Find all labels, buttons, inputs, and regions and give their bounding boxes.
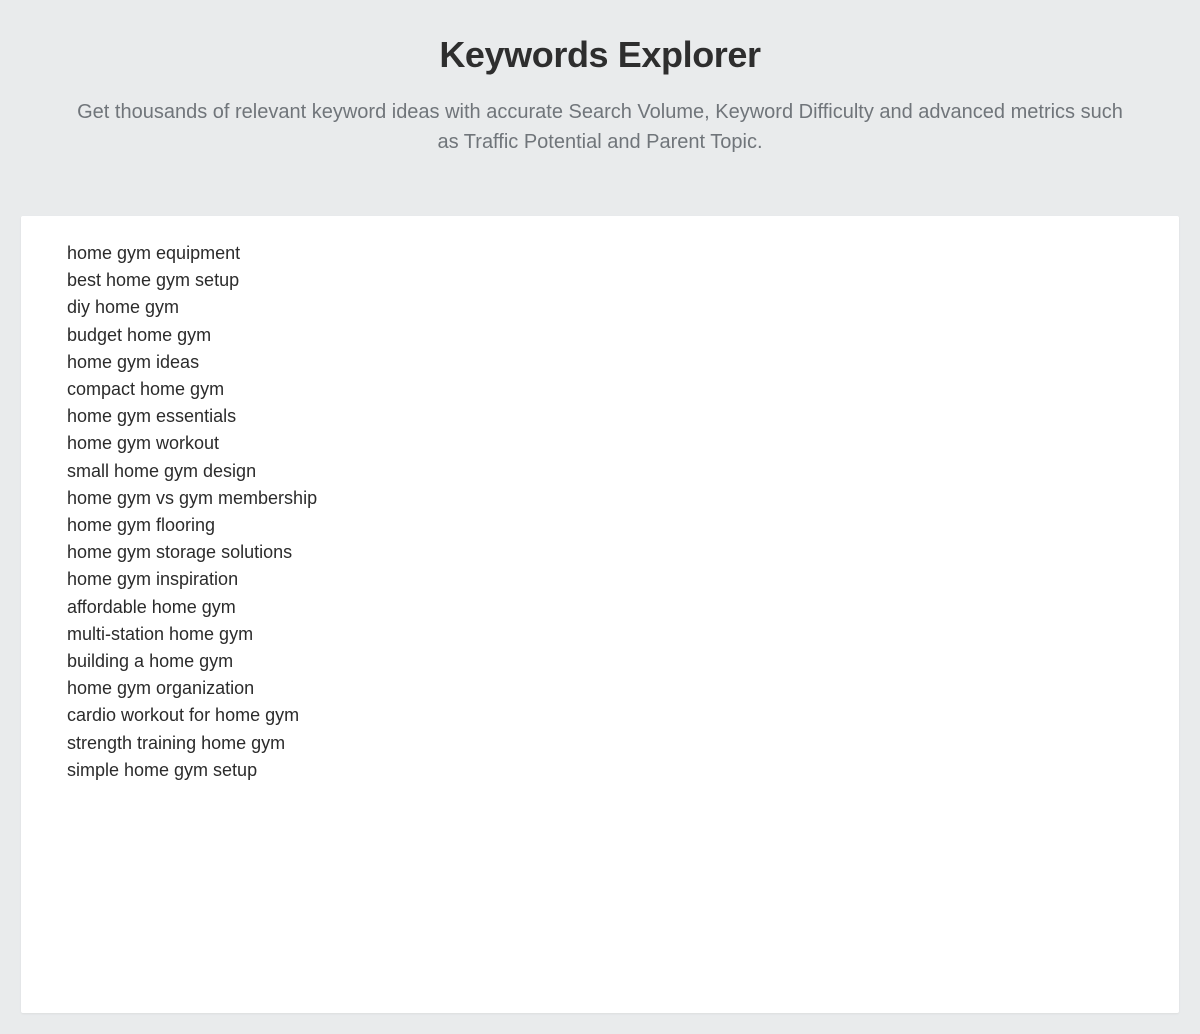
page-title: Keywords Explorer <box>439 34 761 75</box>
search-card: Ask AI to suggest seed keywords related … <box>21 216 1179 1013</box>
page-subtitle: Get thousands of relevant keyword ideas … <box>77 101 1123 154</box>
keywords-explorer-page: Keywords Explorer Get thousands of relev… <box>0 0 1200 1034</box>
keyword-input[interactable] <box>46 240 1154 796</box>
page-header: Keywords Explorer Get thousands of relev… <box>0 0 1200 157</box>
